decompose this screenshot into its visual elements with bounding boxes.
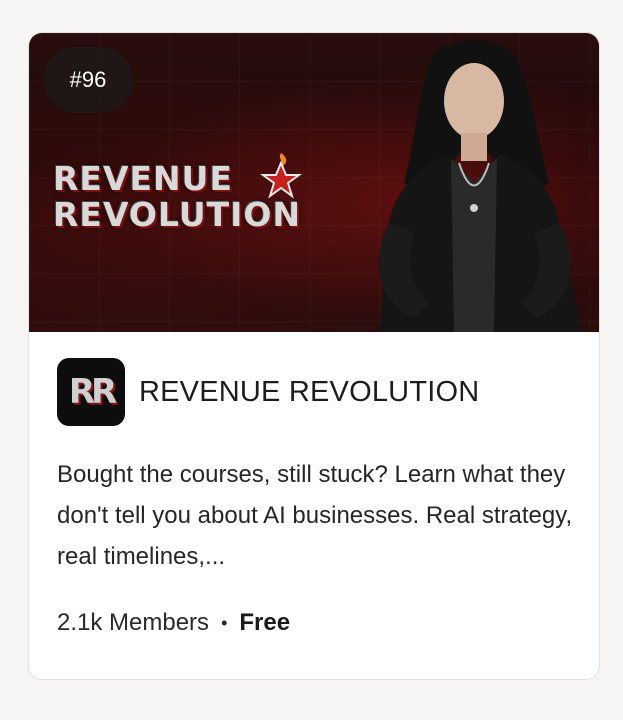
community-description: Bought the courses, still stuck? Learn w… — [57, 461, 573, 570]
rr-monogram-icon: RR — [57, 358, 125, 426]
flaming-star-icon — [259, 153, 303, 199]
price-label: Free — [239, 609, 291, 636]
woman-leather-jacket-illustration — [378, 40, 581, 332]
rank-badge: #96 — [43, 47, 133, 113]
cover-image[interactable]: REVENUE REVOLUTION #96 — [29, 33, 599, 332]
app-icon-monogram: RR — [68, 372, 117, 412]
meta-separator: • — [221, 612, 228, 633]
community-title[interactable]: REVENUE REVOLUTION — [139, 376, 479, 409]
community-card[interactable]: REVENUE REVOLUTION #96 RR REVENUE REVOLU… — [28, 32, 600, 680]
title-row[interactable]: RR REVENUE REVOLUTION — [57, 358, 571, 426]
card-body: RR REVENUE REVOLUTION Bought the courses… — [29, 332, 599, 637]
members-count: 2.1k Members — [57, 609, 210, 636]
card-meta: 2.1k Members • Free — [57, 609, 571, 637]
